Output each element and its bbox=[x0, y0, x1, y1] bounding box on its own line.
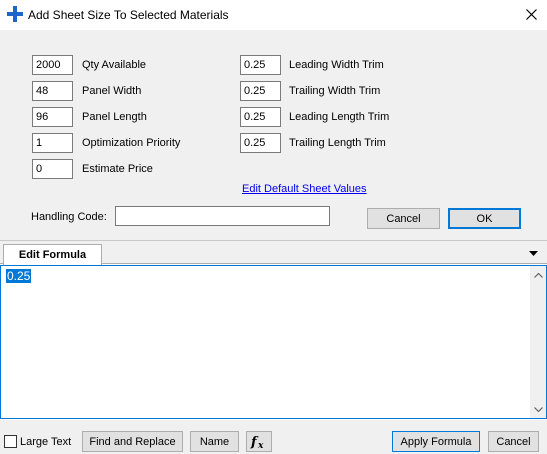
find-and-replace-button[interactable]: Find and Replace bbox=[82, 431, 183, 452]
tab-dropdown-button[interactable] bbox=[526, 246, 540, 260]
qty-available-input[interactable]: 2000 bbox=[32, 55, 73, 75]
panel-length-label: Panel Length bbox=[82, 111, 147, 123]
apply-formula-button[interactable]: Apply Formula bbox=[392, 431, 480, 452]
leading-length-trim-input[interactable]: 0.25 bbox=[240, 107, 281, 127]
caret-down-icon bbox=[528, 250, 538, 256]
svg-text:x: x bbox=[257, 441, 264, 449]
scroll-up-button[interactable] bbox=[530, 267, 546, 283]
estimate-price-input[interactable]: 0 bbox=[32, 159, 73, 179]
chevron-up-icon bbox=[533, 272, 543, 278]
ok-button[interactable]: OK bbox=[448, 208, 521, 229]
cancel-button[interactable]: Cancel bbox=[367, 208, 440, 229]
panel-length-input[interactable]: 96 bbox=[32, 107, 73, 127]
estimate-price-label: Estimate Price bbox=[82, 163, 153, 175]
leading-length-trim-label: Leading Length Trim bbox=[289, 111, 390, 123]
editor-scrollbar[interactable] bbox=[530, 266, 546, 418]
formula-editor[interactable] bbox=[0, 265, 547, 419]
qty-available-label: Qty Available bbox=[82, 59, 147, 71]
large-text-label: Large Text bbox=[20, 436, 72, 448]
optimization-priority-label: Optimization Priority bbox=[82, 137, 181, 149]
chevron-down-icon bbox=[533, 406, 543, 412]
scroll-down-button[interactable] bbox=[530, 401, 546, 417]
tab-edit-formula[interactable]: Edit Formula bbox=[3, 244, 102, 265]
handling-code-label: Handling Code: bbox=[31, 211, 107, 223]
insert-function-button[interactable]: f x bbox=[246, 431, 272, 452]
trailing-width-trim-input[interactable]: 0.25 bbox=[240, 81, 281, 101]
handling-code-input[interactable] bbox=[115, 206, 330, 226]
name-button[interactable]: Name bbox=[190, 431, 239, 452]
close-button[interactable] bbox=[518, 3, 544, 25]
optimization-priority-input[interactable]: 1 bbox=[32, 133, 73, 153]
formula-text: 0.25 bbox=[6, 269, 32, 283]
panel-width-input[interactable]: 48 bbox=[32, 81, 73, 101]
trailing-length-trim-label: Trailing Length Trim bbox=[289, 137, 386, 149]
window-title: Add Sheet Size To Selected Materials bbox=[28, 8, 229, 22]
trailing-length-trim-input[interactable]: 0.25 bbox=[240, 133, 281, 153]
leading-width-trim-label: Leading Width Trim bbox=[289, 59, 384, 71]
function-icon: f x bbox=[250, 435, 264, 449]
leading-width-trim-input[interactable]: 0.25 bbox=[240, 55, 281, 75]
plus-icon bbox=[7, 6, 23, 22]
trailing-width-trim-label: Trailing Width Trim bbox=[289, 85, 381, 97]
panel-width-label: Panel Width bbox=[82, 85, 142, 97]
edit-default-sheet-values-link[interactable]: Edit Default Sheet Values bbox=[242, 182, 367, 196]
large-text-checkbox[interactable] bbox=[4, 435, 17, 448]
bottom-cancel-button[interactable]: Cancel bbox=[488, 431, 539, 452]
close-icon bbox=[525, 8, 537, 20]
